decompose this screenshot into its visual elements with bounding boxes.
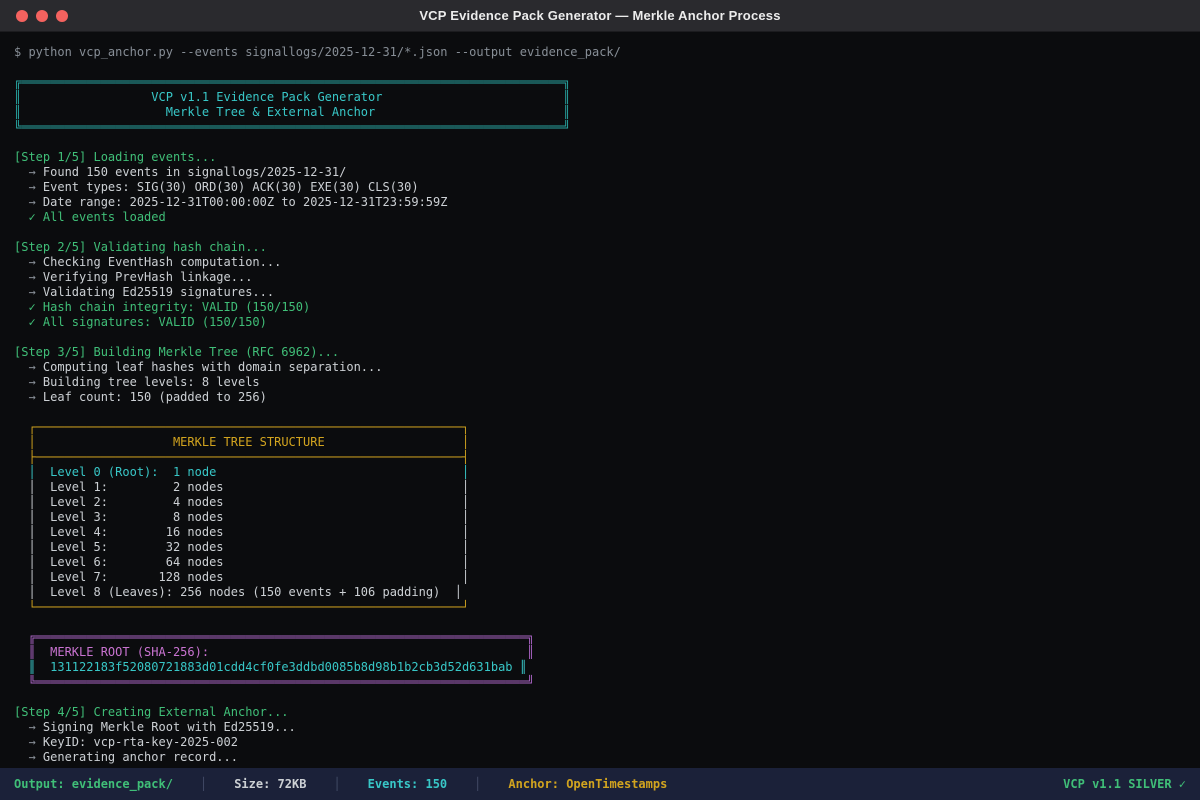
terminal-lines: $ python vcp_anchor.py --events signallo… [14,45,1200,765]
tree-level-row: │ Level 4: 16 nodes │ [14,525,1200,540]
tree-level-row: │ Level 3: 8 nodes │ [14,510,1200,525]
terminal-window: VCP Evidence Pack Generator — Merkle Anc… [0,0,1200,800]
step-info-line: → Found 150 events in signallogs/2025-12… [14,165,1200,180]
step-block-3: [Step 3/5] Building Merkle Tree (RFC 696… [14,345,1200,405]
step-info-line: → Date range: 2025-12-31T00:00:00Z to 20… [14,195,1200,210]
status-pack-size: Size: 72KB [234,777,306,791]
minimize-window-button[interactable] [36,10,48,22]
maximize-window-button[interactable] [56,10,68,22]
status-event-count: Events: 150 [368,777,447,791]
blank-line [14,690,1200,705]
step-success-line: ✓ Hash chain integrity: VALID (150/150) [14,300,1200,315]
status-separator: │ [333,777,340,791]
step-info-line: → Checking EventHash computation... [14,255,1200,270]
banner-border: ╔═══════════════════════════════════════… [14,75,1200,90]
step-info-line: → Computing leaf hashes with domain sepa… [14,360,1200,375]
step-header: [Step 2/5] Validating hash chain... [14,240,1200,255]
blank-line [14,60,1200,75]
status-bar-left: Output: evidence_pack/ │ Size: 72KB │ Ev… [14,777,667,791]
status-version-badge: VCP v1.1 SILVER ✓ [1063,777,1186,791]
step-info-line: → Event types: SIG(30) ORD(30) ACK(30) E… [14,180,1200,195]
step-info-line: → Validating Ed25519 signatures... [14,285,1200,300]
tree-box-border: ┌───────────────────────────────────────… [14,420,1200,435]
status-separator: │ [200,777,207,791]
tree-level-row: │ Level 5: 32 nodes │ [14,540,1200,555]
window-controls [16,0,68,32]
status-bar: Output: evidence_pack/ │ Size: 72KB │ Ev… [0,768,1200,800]
tree-level-row: │ Level 0 (Root): 1 node │ [14,465,1200,480]
tree-level-row: │ Level 7: 128 nodes │ [14,570,1200,585]
terminal-output[interactable]: $ python vcp_anchor.py --events signallo… [0,32,1200,768]
merkle-root-hash: ║ 131122183f52080721883d01cdd4cf0fe3ddbd… [14,660,1200,675]
merkle-root-box: ╔═══════════════════════════════════════… [14,630,1200,690]
step-block-2: [Step 2/5] Validating hash chain... → Ch… [14,240,1200,330]
titlebar: VCP Evidence Pack Generator — Merkle Anc… [0,0,1200,32]
merkle-tree-box: ┌───────────────────────────────────────… [14,420,1200,615]
close-window-button[interactable] [16,10,28,22]
step-success-line: ✓ All events loaded [14,210,1200,225]
tree-level-row: │ Level 1: 2 nodes │ [14,480,1200,495]
command-text: $ python vcp_anchor.py --events signallo… [14,45,1200,60]
blank-line [14,615,1200,630]
blank-line [14,225,1200,240]
step-header: [Step 1/5] Loading events... [14,150,1200,165]
step-header: [Step 3/5] Building Merkle Tree (RFC 696… [14,345,1200,360]
blank-line [14,405,1200,420]
banner-text: ║ Merkle Tree & External Anchor ║ [14,105,1200,120]
root-box-border: ╔═══════════════════════════════════════… [14,630,1200,645]
step-block-1: [Step 1/5] Loading events... → Found 150… [14,150,1200,225]
status-anchor-service: Anchor: OpenTimestamps [508,777,667,791]
root-box-border: ╚═══════════════════════════════════════… [14,675,1200,690]
step-info-line: → Generating anchor record... [14,750,1200,765]
merkle-root-label: ║ MERKLE ROOT (SHA-256): ║ [14,645,1200,660]
status-separator: │ [474,777,481,791]
command-line: $ python vcp_anchor.py --events signallo… [14,45,1200,60]
step-info-line: → Leaf count: 150 (padded to 256) [14,390,1200,405]
tree-box-border: └───────────────────────────────────────… [14,600,1200,615]
blank-line [14,135,1200,150]
banner-box: ╔═══════════════════════════════════════… [14,75,1200,135]
tree-level-row: │ Level 2: 4 nodes │ [14,495,1200,510]
banner-text: ║ VCP v1.1 Evidence Pack Generator ║ [14,90,1200,105]
step-info-line: → Verifying PrevHash linkage... [14,270,1200,285]
step-info-line: → Building tree levels: 8 levels [14,375,1200,390]
step-success-line: ✓ All signatures: VALID (150/150) [14,315,1200,330]
tree-level-row: │ Level 8 (Leaves): 256 nodes (150 event… [14,585,1200,600]
blank-line [14,330,1200,345]
step-header: [Step 4/5] Creating External Anchor... [14,705,1200,720]
step-info-line: → KeyID: vcp-rta-key-2025-002 [14,735,1200,750]
tree-box-title: │ MERKLE TREE STRUCTURE │ [14,435,1200,450]
tree-box-border: ├───────────────────────────────────────… [14,450,1200,465]
status-output-path: Output: evidence_pack/ [14,777,173,791]
tree-level-row: │ Level 6: 64 nodes │ [14,555,1200,570]
window-title: VCP Evidence Pack Generator — Merkle Anc… [419,8,780,23]
step-block-4: [Step 4/5] Creating External Anchor... →… [14,705,1200,765]
banner-border: ╚═══════════════════════════════════════… [14,120,1200,135]
step-info-line: → Signing Merkle Root with Ed25519... [14,720,1200,735]
